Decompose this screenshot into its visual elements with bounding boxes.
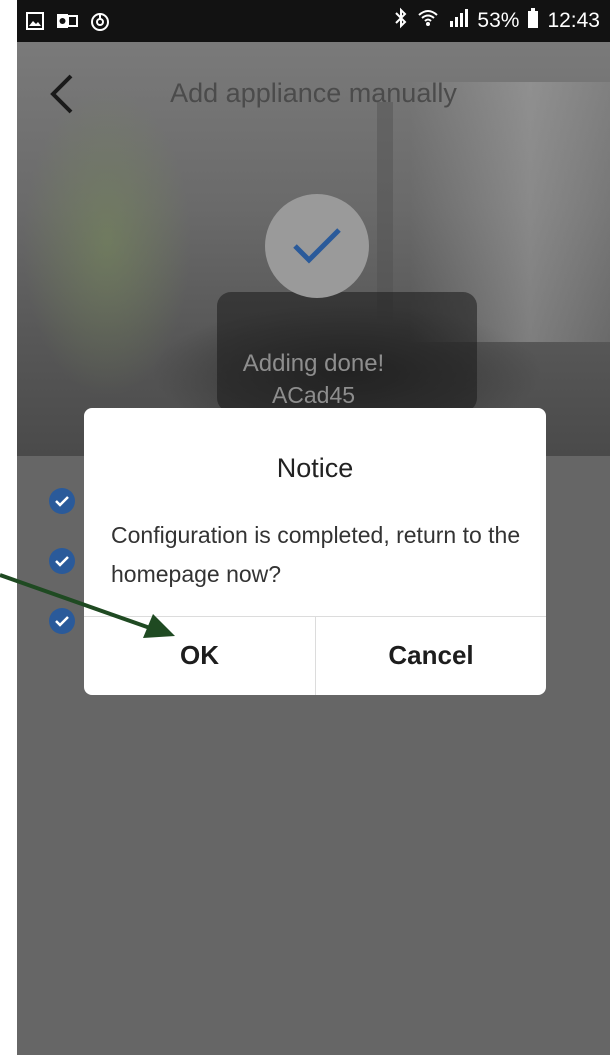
step-check-icon — [49, 608, 75, 634]
notice-dialog: Notice Configuration is completed, retur… — [84, 408, 546, 695]
outlook-icon — [55, 11, 79, 36]
signal-icon — [447, 7, 469, 35]
status-icons-left — [25, 10, 111, 37]
status-bar: 53% 12:43 — [17, 0, 610, 42]
phone-screen: 53% 12:43 Add appliance manually Adding … — [17, 0, 610, 1055]
bluetooth-icon — [393, 7, 409, 35]
status-icons-right: 53% 12:43 — [393, 7, 600, 35]
wifi-icon — [417, 7, 439, 35]
hero-background: Add appliance manually Adding done! ACad… — [17, 42, 610, 456]
status-message: Adding done! — [242, 350, 385, 377]
page-title: Add appliance manually — [170, 78, 457, 108]
ok-button[interactable]: OK — [84, 616, 315, 695]
battery-icon — [527, 7, 539, 35]
step-check-icon — [49, 548, 75, 574]
background-post — [377, 102, 393, 322]
gallery-icon — [25, 11, 45, 36]
cancel-button[interactable]: Cancel — [316, 616, 546, 695]
dialog-message: Configuration is completed, return to th… — [111, 522, 521, 587]
sync-icon — [89, 10, 111, 37]
dialog-title: Notice — [276, 453, 354, 483]
clock: 12:43 — [547, 9, 600, 32]
checkmark-icon — [293, 228, 341, 264]
battery-percent: 53% — [477, 9, 520, 32]
device-name: ACad45 — [271, 382, 356, 408]
success-check-circle — [265, 194, 369, 298]
step-check-icon — [49, 488, 75, 514]
